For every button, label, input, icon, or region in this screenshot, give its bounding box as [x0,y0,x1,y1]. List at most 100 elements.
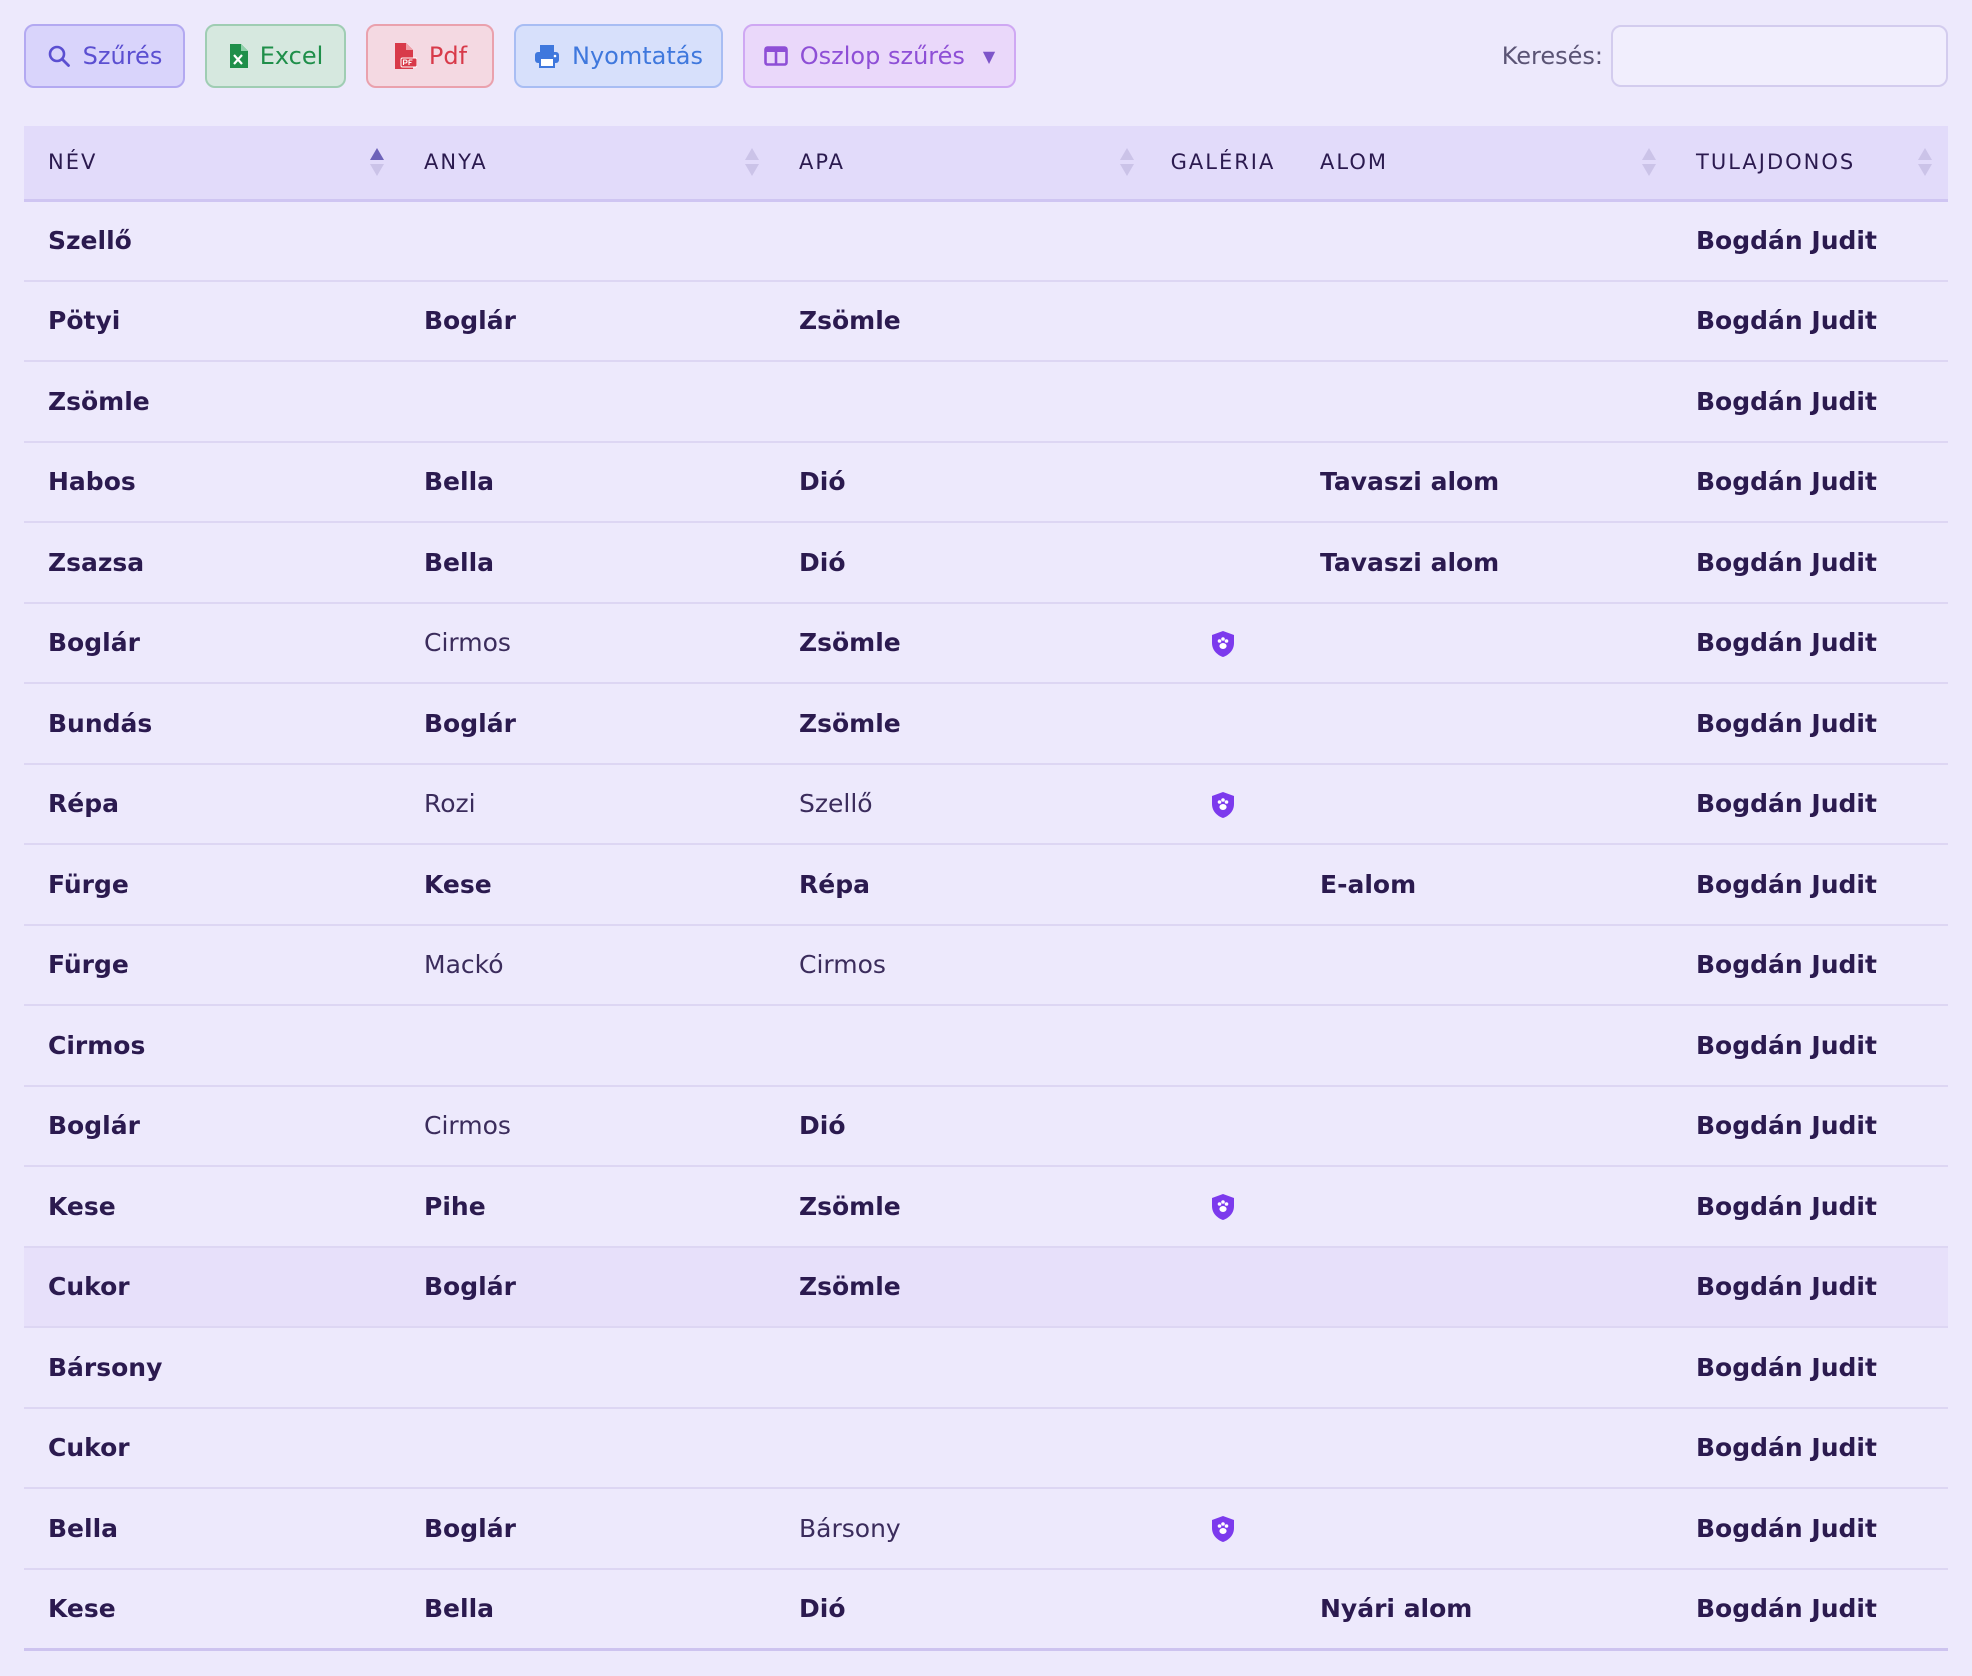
cell-nev: Kese [48,1594,116,1623]
cell-alom [1296,683,1672,764]
column-header-nev[interactable]: NÉV [24,126,400,202]
cell-alom [1296,764,1672,845]
cell-apa [775,361,1150,442]
gallery-paw-shield-icon[interactable] [1210,1513,1236,1543]
table-row[interactable]: Boglár Cirmos Zsömle Bogdán Judit [24,603,1948,683]
cell-anya: Boglár [424,708,516,738]
cell-galeria [1150,925,1296,1006]
cell-apa: Zsömle [799,1191,901,1221]
cell-galeria [1150,361,1296,442]
table-row[interactable]: Cukor Boglár Zsömle Bogdán Judit [24,1246,1948,1328]
column-header-alom[interactable]: ALOM [1296,126,1672,202]
search-area: Keresés: [1502,24,1948,88]
table-row[interactable]: Fürge Kese Répa E-alom Bogdán Judit [24,844,1948,925]
table-row[interactable]: Répa Rozi Szellő Bogdán Judit [24,764,1948,845]
cell-alom [1296,1005,1672,1086]
print-button[interactable]: Nyomtatás [514,24,723,88]
cell-tulajdonos: Bogdán Judit [1696,1433,1877,1463]
table-row[interactable]: Zsazsa Bella Dió Tavaszi alom Bogdán Judit [24,522,1948,603]
cell-tulajdonos: Bogdán Judit [1696,1594,1877,1623]
cell-anya: Cirmos [424,628,511,658]
filter-button[interactable]: Szűrés [24,24,185,88]
cell-nev: Habos [48,467,136,497]
pdf-button-label: Pdf [428,42,468,70]
cell-nev: Bundás [48,708,153,738]
table-row[interactable]: Bundás Boglár Zsömle Bogdán Judit [24,683,1948,764]
column-filter-dropdown[interactable]: Oszlop szűrés ▼ [743,24,1016,88]
cell-nev: Szellő [48,226,132,255]
cell-alom [1296,361,1672,442]
cell-anya: Cirmos [424,1111,511,1141]
table-row[interactable]: Kese Bella Dió Nyári alom Bogdán Judit [24,1569,1948,1650]
pdf-export-button[interactable]: Pdf [366,24,494,88]
gallery-paw-shield-icon[interactable] [1210,789,1236,818]
cell-apa [775,200,1150,281]
search-icon [48,45,70,67]
cell-apa: Zsömle [799,708,901,738]
cell-alom [1296,200,1672,281]
cell-galeria [1150,1569,1296,1650]
table-row[interactable]: Pötyi Boglár Zsömle Bogdán Judit [24,281,1948,361]
search-label: Keresés: [1501,42,1603,70]
cell-apa: Répa [799,869,870,899]
cell-anya [400,1327,775,1408]
cell-anya [400,200,775,281]
column-header-label: TULAJDONOS [1696,150,1856,175]
table-row[interactable]: Cirmos Bogdán Judit [24,1005,1948,1086]
cell-anya: Boglár [424,306,516,336]
excel-export-button[interactable]: Excel [205,24,346,88]
cell-tulajdonos: Bogdán Judit [1696,789,1877,819]
cell-anya: Rozi [424,789,476,819]
cell-galeria [1150,1247,1296,1328]
search-input[interactable] [1611,25,1948,87]
cell-nev: Fürge [48,950,129,980]
cell-tulajdonos: Bogdán Judit [1696,1352,1877,1382]
cell-anya: Kese [424,869,492,899]
table-row[interactable]: Bella Boglár Bársony Bogdán Judit [24,1488,1948,1569]
table-row[interactable]: Fürge Mackó Cirmos Bogdán Judit [24,925,1948,1006]
sort-icon [1642,146,1656,180]
column-header-apa[interactable]: APA [775,126,1150,202]
printer-icon [535,45,560,68]
cell-nev: Boglár [48,1111,140,1141]
cell-nev: Cukor [48,1433,130,1463]
table-row[interactable]: Cukor Bogdán Judit [24,1408,1948,1489]
cell-galeria [1150,200,1296,281]
cell-anya [400,1005,775,1086]
column-header-anya[interactable]: ANYA [400,126,775,202]
cell-alom: E-alom [1320,869,1417,899]
table-row[interactable]: Habos Bella Dió Tavaszi alom Bogdán Judit [24,442,1948,523]
cell-alom [1296,1488,1672,1569]
cell-anya: Bella [424,547,495,577]
cell-anya: Boglár [424,1513,516,1543]
cell-apa [775,1327,1150,1408]
toolbar: Szűrés Excel Pdf Nyomtatás Oszlop szűrés… [24,24,1016,88]
gallery-paw-shield-icon[interactable] [1210,1191,1236,1221]
cell-alom [1296,1327,1672,1408]
table-row[interactable]: Szellő Bogdán Judit [24,200,1948,281]
cell-galeria [1150,1005,1296,1086]
cell-anya [400,361,775,442]
cell-galeria [1150,442,1296,523]
cell-anya: Bella [424,1594,495,1623]
cell-apa: Zsömle [799,306,901,336]
cell-apa: Cirmos [799,950,886,980]
table-header: NÉV ANYA APA GALÉRIA ALOM TULAJDONOS [24,126,1948,202]
table-row[interactable]: Boglár Cirmos Dió Bogdán Judit [24,1086,1948,1166]
cell-anya: Mackó [424,950,504,980]
cell-nev: Pötyi [48,306,121,336]
gallery-paw-shield-icon[interactable] [1210,628,1236,657]
cell-nev: Cukor [48,1272,130,1302]
cell-tulajdonos: Bogdán Judit [1696,386,1877,416]
cats-table: NÉV ANYA APA GALÉRIA ALOM TULAJDONOS Sze… [24,126,1948,1651]
cell-apa: Szellő [799,789,873,819]
table-row[interactable]: Bársony Bogdán Judit [24,1327,1948,1408]
table-row[interactable]: Zsömle Bogdán Judit [24,361,1948,442]
cell-galeria [1150,1408,1296,1489]
table-row[interactable]: Kese Pihe Zsömle Bogdán Judit [24,1166,1948,1247]
cell-alom: Tavaszi alom [1320,467,1500,497]
column-header-tulajdonos[interactable]: TULAJDONOS [1672,126,1948,202]
column-header-label: APA [799,150,846,175]
cell-tulajdonos: Bogdán Judit [1696,467,1877,497]
cell-nev: Cirmos [48,1030,146,1060]
